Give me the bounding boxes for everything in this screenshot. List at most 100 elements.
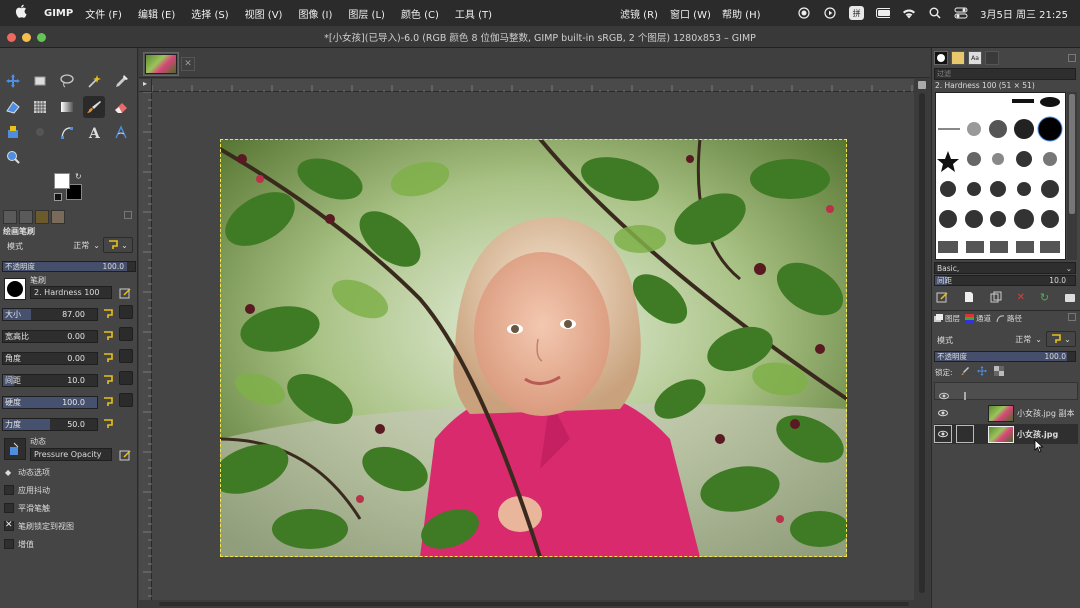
lasso-tool-icon[interactable] bbox=[56, 70, 78, 92]
transform-tool-icon[interactable] bbox=[2, 96, 24, 118]
angle-slider[interactable]: 角度 0.00 bbox=[2, 352, 98, 365]
refresh-brushes-icon[interactable]: ↻ bbox=[1040, 291, 1049, 304]
record-icon[interactable] bbox=[797, 6, 811, 20]
apply-jitter-checkbox[interactable] bbox=[4, 485, 14, 495]
eye-icon[interactable] bbox=[934, 408, 952, 418]
configure-tab-icon[interactable] bbox=[1068, 54, 1076, 62]
menu-help[interactable]: 帮助 (H) bbox=[722, 6, 761, 21]
dynamics-preview[interactable] bbox=[4, 438, 26, 460]
navigate-icon[interactable] bbox=[918, 81, 926, 89]
link-aspect-icon[interactable] bbox=[119, 327, 133, 341]
aspect-ratio-slider[interactable]: 宽高比 0.00 bbox=[2, 330, 98, 343]
eye-icon[interactable] bbox=[934, 425, 952, 443]
blend-space-dropdown[interactable]: ⌄ bbox=[103, 237, 133, 253]
measure-tool-icon[interactable] bbox=[110, 121, 132, 143]
menu-filters[interactable]: 滤镜 (R) bbox=[620, 6, 658, 21]
link-angle-icon[interactable] bbox=[119, 349, 133, 363]
menu-colors[interactable]: 颜色 (C) bbox=[401, 6, 439, 21]
dynamics-options-label[interactable]: 动态选项 bbox=[18, 467, 50, 478]
chain-toggle[interactable] bbox=[956, 425, 974, 443]
paths-tab[interactable]: 路径 bbox=[996, 313, 1022, 324]
smudge-tool-icon[interactable] bbox=[29, 121, 51, 143]
edit-brush-icon[interactable] bbox=[119, 284, 131, 303]
rect-select-tool-icon[interactable] bbox=[29, 70, 51, 92]
size-slider[interactable]: 大小 87.00 bbox=[2, 308, 98, 321]
channels-tab[interactable]: 通道 bbox=[965, 313, 991, 324]
lock-brush-checkbox[interactable] bbox=[4, 520, 14, 531]
new-brush-icon[interactable] bbox=[963, 288, 975, 307]
menu-layer[interactable]: 图层 (L) bbox=[348, 6, 385, 21]
reset-aspect-icon[interactable] bbox=[101, 329, 115, 343]
mode-dropdown[interactable]: 正常 ⌄ bbox=[60, 238, 100, 253]
edit-dynamics-icon[interactable] bbox=[119, 446, 131, 465]
layer-opacity-slider[interactable]: 不透明度 100.0 bbox=[934, 351, 1076, 362]
ruler-corner[interactable]: ▸ bbox=[139, 79, 152, 92]
vertical-scrollbar[interactable] bbox=[914, 79, 930, 600]
device-status-tab[interactable] bbox=[19, 210, 33, 224]
reset-size-icon[interactable] bbox=[101, 307, 115, 321]
reset-spacing-icon[interactable] bbox=[101, 373, 115, 387]
layer-composite-dropdown[interactable]: ⌄ bbox=[1046, 331, 1076, 347]
foreground-color-swatch[interactable] bbox=[54, 173, 70, 189]
close-window-button[interactable] bbox=[7, 33, 16, 42]
default-colors-icon[interactable] bbox=[54, 193, 62, 201]
brush-preset-dropdown[interactable]: Basic, ⌄ bbox=[934, 262, 1076, 274]
menu-edit[interactable]: 编辑 (E) bbox=[138, 6, 175, 21]
eraser-tool-icon[interactable] bbox=[110, 96, 132, 118]
delete-brush-icon[interactable]: ✕ bbox=[1017, 292, 1025, 303]
tool-options-tab[interactable] bbox=[3, 210, 17, 224]
brush-name-field[interactable]: 2. Hardness 100 bbox=[30, 286, 112, 299]
spacing-slider[interactable]: 间距 10.0 bbox=[2, 374, 98, 387]
incremental-checkbox[interactable] bbox=[4, 539, 14, 549]
paths-tool-icon[interactable] bbox=[56, 121, 78, 143]
color-picker-tool-icon[interactable] bbox=[110, 70, 132, 92]
link-hardness-icon[interactable] bbox=[119, 393, 133, 407]
lock-pixels-icon[interactable] bbox=[960, 366, 970, 378]
configure-tab-icon[interactable] bbox=[124, 211, 132, 219]
wifi-icon[interactable] bbox=[902, 6, 916, 20]
images-tab[interactable] bbox=[51, 210, 65, 224]
battery-icon[interactable] bbox=[876, 6, 891, 20]
link-size-icon[interactable] bbox=[119, 305, 133, 319]
zoom-window-button[interactable] bbox=[37, 33, 46, 42]
minimize-window-button[interactable] bbox=[22, 33, 31, 42]
close-icon[interactable]: ✕ bbox=[181, 57, 195, 71]
patterns-tab[interactable] bbox=[951, 51, 965, 65]
undo-history-tab[interactable] bbox=[35, 210, 49, 224]
layer-mode-dropdown[interactable]: 正常 ⌄ bbox=[1002, 332, 1042, 347]
brush-grid-scrollbar[interactable] bbox=[1067, 92, 1077, 260]
configure-tab-icon[interactable] bbox=[1068, 313, 1076, 321]
fonts-tab[interactable]: Aa bbox=[968, 51, 982, 65]
layer-row[interactable]: 小女孩.jpg 副本 bbox=[934, 403, 1078, 423]
smooth-stroke-checkbox[interactable] bbox=[4, 503, 14, 513]
clone-tool-icon[interactable] bbox=[2, 121, 24, 143]
warp-tool-icon[interactable] bbox=[29, 96, 51, 118]
vertical-ruler[interactable] bbox=[139, 91, 152, 600]
brushes-tab[interactable] bbox=[934, 51, 948, 65]
lock-position-icon[interactable] bbox=[976, 366, 987, 378]
menu-view[interactable]: 视图 (V) bbox=[245, 6, 283, 21]
hardness-slider[interactable]: 硬度 100.0 bbox=[2, 396, 98, 409]
reset-force-icon[interactable] bbox=[101, 417, 115, 431]
app-menu[interactable]: GIMP bbox=[44, 8, 73, 19]
text-tool-icon[interactable]: A bbox=[83, 121, 105, 143]
lock-alpha-icon[interactable] bbox=[993, 366, 1004, 378]
scrollbar-track[interactable] bbox=[159, 602, 909, 606]
brush-filter-input[interactable]: 过滤 bbox=[934, 68, 1076, 80]
reset-hardness-icon[interactable] bbox=[101, 395, 115, 409]
input-method-icon[interactable]: 拼 bbox=[849, 6, 865, 20]
move-tool-icon[interactable] bbox=[2, 70, 24, 92]
swap-colors-icon[interactable]: ↻ bbox=[75, 172, 82, 181]
horizontal-ruler[interactable] bbox=[151, 79, 914, 94]
force-slider[interactable]: 力度 50.0 bbox=[2, 418, 98, 431]
menu-select[interactable]: 选择 (S) bbox=[191, 6, 228, 21]
layer-row-selected[interactable]: 小女孩.jpg bbox=[934, 424, 1078, 444]
dynamics-name-field[interactable]: Pressure Opacity bbox=[30, 448, 112, 461]
clock[interactable]: 3月5日 周三 21:25 bbox=[980, 6, 1068, 21]
expand-arrow-icon[interactable]: ◆ bbox=[5, 468, 11, 477]
layers-tab[interactable]: 图层 bbox=[934, 313, 960, 324]
search-icon[interactable] bbox=[928, 6, 942, 20]
edit-brush-icon[interactable] bbox=[936, 288, 948, 307]
image-canvas[interactable] bbox=[152, 92, 914, 600]
menu-windows[interactable]: 窗口 (W) bbox=[670, 6, 711, 21]
